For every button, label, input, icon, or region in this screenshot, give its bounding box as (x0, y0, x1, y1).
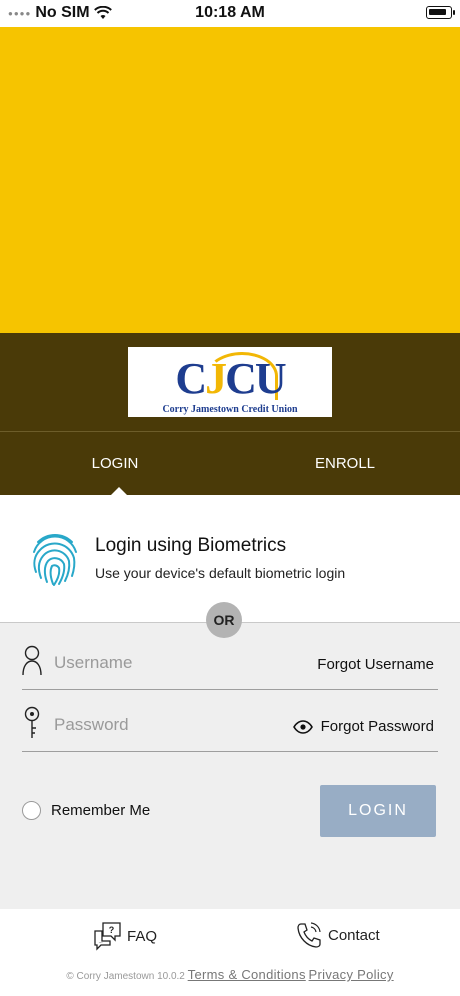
svg-text:...: ... (99, 939, 103, 945)
faq-label[interactable]: FAQ (127, 928, 157, 945)
username-underline (22, 689, 438, 690)
brand-header: CJCU Corry Jamestown Credit Union (0, 333, 460, 431)
user-icon (22, 645, 42, 676)
key-icon (24, 706, 40, 738)
terms-link[interactable]: Terms & Conditions (188, 967, 306, 982)
logo-subtitle: Corry Jamestown Credit Union (162, 404, 298, 415)
footer: ? ... FAQ Contact © Corry Jamestown 10.0… (0, 909, 460, 996)
privacy-link[interactable]: Privacy Policy (309, 967, 394, 982)
remember-me-checkbox[interactable] (22, 801, 41, 820)
copyright-text: © Corry Jamestown 10.0.2 (66, 971, 185, 982)
biometrics-subtitle: Use your device's default biometric logi… (95, 565, 346, 581)
or-badge: OR (206, 602, 242, 638)
active-tab-indicator (111, 487, 127, 495)
contact-link[interactable]: Contact (296, 921, 380, 949)
credit-union-logo: CJCU Corry Jamestown Credit Union (128, 347, 332, 417)
contact-label[interactable]: Contact (328, 927, 380, 944)
tab-enroll[interactable]: ENROLL (230, 432, 460, 496)
faq-icon[interactable]: ? ... (93, 921, 123, 951)
password-input[interactable] (54, 710, 264, 740)
biometrics-title[interactable]: Login using Biometrics (95, 535, 286, 557)
hero-banner (0, 27, 460, 333)
forgot-username-link[interactable]: Forgot Username (317, 656, 434, 673)
faq-link[interactable]: ? ... FAQ (93, 921, 157, 951)
remember-me[interactable]: Remember Me (22, 801, 150, 820)
username-input[interactable] (54, 648, 264, 678)
fingerprint-icon[interactable] (30, 528, 80, 586)
auth-tabs: LOGIN ENROLL (0, 431, 460, 495)
eye-icon[interactable] (292, 719, 313, 734)
logo-letters: CJCU (175, 354, 286, 403)
forgot-password-link[interactable]: Forgot Password (321, 718, 434, 735)
status-time: 10:18 AM (195, 4, 265, 21)
phone-icon[interactable] (296, 921, 322, 949)
battery-icon (426, 6, 455, 19)
password-underline (22, 751, 438, 752)
svg-text:?: ? (109, 925, 115, 935)
login-button[interactable]: LOGIN (320, 785, 436, 837)
login-form: Forgot Username Forgot Password Remember… (0, 623, 460, 909)
legal-bar: © Corry Jamestown 10.0.2 Terms & Conditi… (0, 967, 460, 982)
forgot-password-group[interactable]: Forgot Password (292, 718, 434, 735)
status-bar: ●●●● No SIM 10:18 AM (0, 0, 460, 27)
remember-me-label: Remember Me (51, 802, 151, 819)
